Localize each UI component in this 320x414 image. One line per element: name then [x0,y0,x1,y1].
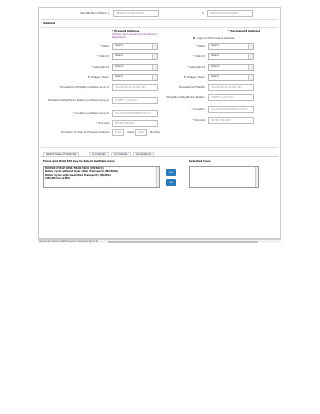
present-pincode-label: * Pincode [96,121,109,125]
permanent-district-label: * District [193,54,205,58]
selected-vehicle-classes-list[interactable] [189,166,259,188]
duration-years-input[interactable]: Enter [112,129,124,136]
present-subdistrict-select[interactable]: Select [112,64,158,71]
add-vehicle-class-button[interactable]: >> [166,169,176,176]
duration-months-input[interactable]: enter [135,129,147,136]
permanent-house-input[interactable]: HOUSE NO OR BLOCK NO. [208,84,254,91]
permanent-pincode-label: * Pincode [192,118,205,122]
permanent-district-select[interactable]: Select [208,53,254,60]
browser-status-bar: javascript:mojarra.ab(this,event,'valueC… [38,239,281,243]
present-village-select[interactable]: Select [112,74,158,81]
multiselect-instruction: Press and Hold Ctrl key to Select multip… [43,159,115,163]
permanent-street-input[interactable]: STREET / LOCALITY [208,94,254,101]
present-house-label: House/Door/Flat/No (address Line 1) [60,85,109,89]
permanent-location-input[interactable]: VILLAGE/TOWN/DISTRICT/CITY [208,106,254,113]
present-address-note: (Address has to be same as mentioned in … [112,33,158,39]
present-state-select[interactable]: Select [112,43,158,50]
tab-baseline [41,156,278,157]
permanent-subdistrict-select[interactable]: Select [208,64,254,71]
permanent-state-label: * State [195,44,205,48]
list-item[interactable]: LMV-NT-Car (LMV) [44,177,159,180]
permanent-location-label: * Location [191,107,205,111]
available-vehicle-classes-list[interactable]: MOTOR CYCLE LESS THAN 50CC (MC50CC) Moto… [43,166,160,188]
copy-to-permanent-checkbox[interactable] [193,37,196,40]
remove-vehicle-class-button[interactable]: << [166,179,176,186]
duration-of-stay-label: Duration of stay at Present Address [61,130,109,134]
permanent-street-label: Street/Locality/Police Station [166,95,205,99]
present-street-label: Street/Locality/Police Station (address … [47,98,109,102]
identification-mark-1-input[interactable]: IDENTIFICATION MARKS [113,9,159,17]
horizontal-scrollbar-thumb[interactable] [108,240,258,243]
permanent-house-label: House/Door/Flat/No [178,85,205,89]
permanent-state-select[interactable]: Select [208,43,254,50]
present-village-label: # Village / Town [87,75,109,79]
permanent-subdistrict-label: * Sub-District [187,65,205,69]
present-district-label: * District [97,54,109,58]
copy-to-permanent-label: Copy to Permanent Address [197,36,235,40]
selected-cove-title: Selected Cove [189,159,211,163]
duration-years-label: Years [127,130,135,134]
duration-months-label: Months [150,130,160,134]
permanent-address-header: * Permanent Address [228,29,261,33]
identification-marks-2-label: 2 [202,11,204,15]
divider [41,147,278,148]
address-section-title: Address [43,21,56,25]
present-location-input[interactable]: VILLAGE/TOWN/DISTRICT/CITY [112,110,158,117]
present-street-input[interactable]: STREET / LOCALITY [112,97,158,104]
present-state-label: * State [99,44,109,48]
divider [41,27,278,28]
list-scrollbar[interactable] [156,167,159,187]
identification-marks-label: Identification Marks 1 [79,11,109,15]
list-scrollbar[interactable] [255,167,258,187]
present-district-select[interactable]: Select [112,53,158,60]
status-url-text: javascript:mojarra.ab(this,event,'valueC… [39,240,99,243]
application-form: Identification Marks 1 IDENTIFICATION MA… [38,7,281,239]
present-house-input[interactable]: HOUSE NO OR BLOCK NO. [112,84,158,91]
present-location-label: * Location (address Line 3) [72,111,109,115]
divider [41,19,278,20]
permanent-village-label: # Village / Town [183,75,205,79]
present-pincode-input[interactable]: ENTER PINCODE [112,120,158,127]
present-subdistrict-label: * Sub-District [91,65,109,69]
permanent-village-select[interactable]: Select [208,74,254,81]
permanent-pincode-input[interactable]: ENTER PINCODE [208,117,254,124]
identification-mark-2-input[interactable]: IDENTIFICATION MARKS [207,9,253,17]
